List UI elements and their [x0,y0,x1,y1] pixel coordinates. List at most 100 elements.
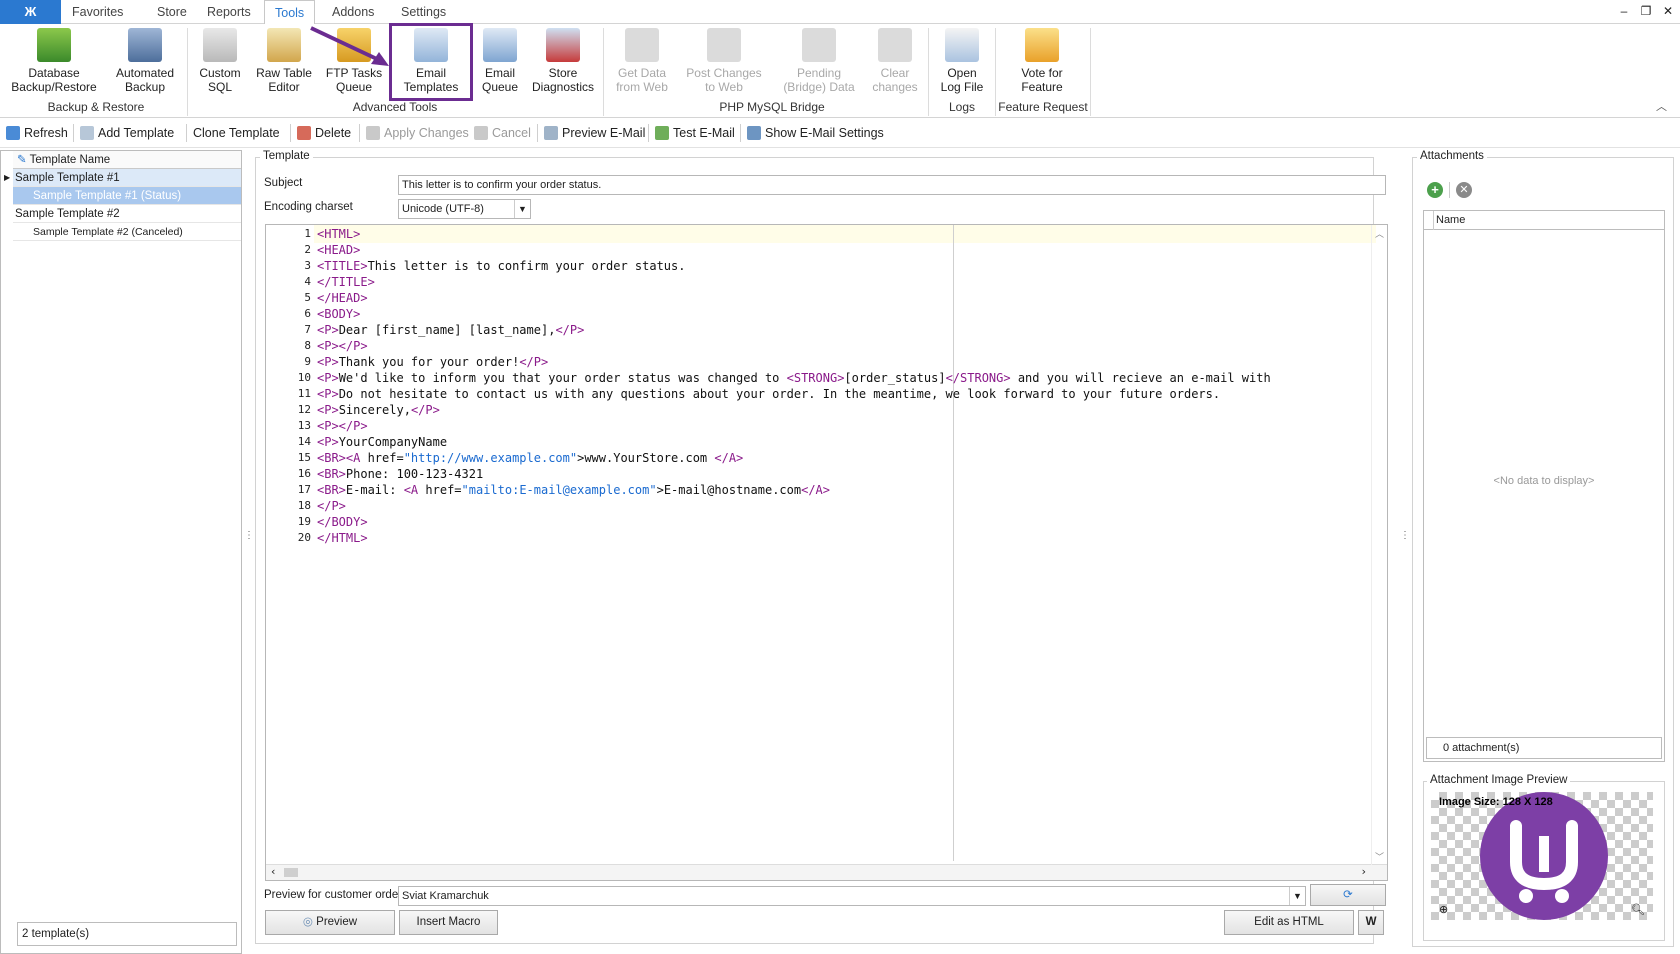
code-line: </HEAD> [317,291,368,305]
store-diagnostics-button[interactable]: Store Diagnostics [530,28,596,100]
customer-order-select[interactable]: Sviat Kramarchuk ▼ [398,886,1306,906]
preview-button[interactable]: ◎ Preview [265,910,395,935]
pencil-icon: ✎ [17,154,27,166]
close-icon[interactable]: ✕ [1659,3,1677,19]
attachment-image-preview: Image Size: 128 X 128 ⊕ 🔍︎ [1431,792,1653,920]
automated-backup-button[interactable]: Automated Backup [106,28,184,100]
pending-bridge-data-button[interactable]: Pending (Bridge) Data [776,28,862,100]
restore-icon[interactable]: ❐ [1637,3,1655,19]
post-changes-to-web-button[interactable]: Post Changes to Web [682,28,766,100]
email-queue-button[interactable]: Email Queue [472,28,528,100]
code-token: <BR><A [317,451,368,465]
collapse-ribbon-icon[interactable]: ︿ [1656,98,1667,114]
current-line-highlight [314,225,1376,243]
code-line: </TITLE> [317,275,375,289]
apply-changes-button[interactable]: Apply Changes [366,123,469,143]
line-number: 13 [297,419,311,432]
chevron-down-icon[interactable]: ▼ [1289,887,1305,905]
code-line: <BODY> [317,307,360,321]
delete-button[interactable]: Delete [297,123,351,143]
code-token: </TITLE> [317,275,375,289]
group-label-logs: Logs [948,100,976,114]
tree-row-template-2[interactable]: Sample Template #2 [13,205,241,223]
minimize-icon[interactable]: – [1615,3,1633,19]
clone-template-button[interactable]: Clone Template [193,123,280,143]
code-line: </HTML> [317,531,368,545]
diagnostics-icon [546,28,580,62]
open-log-file-button[interactable]: Open Log File [932,28,992,100]
scroll-right-icon[interactable]: › [1360,865,1367,878]
code-token: </HTML> [317,531,368,545]
code-token: [order_status] [844,371,946,385]
refresh-preview-button[interactable]: ⟳ [1310,884,1386,906]
code-token: href= [367,451,404,465]
scroll-left-icon[interactable]: ‹ [270,865,277,878]
add-attachment-icon[interactable]: + [1427,182,1443,198]
get-data-from-web-button[interactable]: Get Data from Web [608,28,676,100]
remove-attachment-icon[interactable]: ✕ [1456,182,1472,198]
code-token: </P> [317,499,346,513]
zoom-icon[interactable]: 🔍︎ [1631,903,1645,916]
image-size-text: Image Size: 128 X 128 [1439,796,1553,808]
tree-row-template-1-status[interactable]: Sample Template #1 (Status) [13,187,241,205]
code-token: >E-mail@hostname.com [656,483,802,497]
toolbar-separator [740,124,741,142]
show-email-settings-button[interactable]: Show E-Mail Settings [747,123,884,143]
code-token: and you will recieve an e-mail with [1010,371,1271,385]
annotation-arrow-icon [310,26,389,66]
database-backup-restore-button[interactable]: Database Backup/Restore [8,28,100,100]
tab-addons[interactable]: Addons [322,0,384,24]
code-token: </STRONG> [945,371,1011,385]
test-email-button[interactable]: Test E-Mail [655,123,735,143]
code-line: <TITLE>This letter is to confirm your or… [317,259,685,273]
template-group-label: Template [260,150,313,162]
code-token: <BR> [317,467,346,481]
refresh-icon [6,126,20,140]
code-token: <TITLE> [317,259,368,273]
preview-email-button[interactable]: Preview E-Mail [544,123,645,143]
code-token: >www.YourStore.com [577,451,715,465]
code-line: <BR><A href="http://www.example.com">www… [317,451,743,465]
code-token: <P> [317,387,339,401]
insert-macro-button[interactable]: Insert Macro [399,910,498,935]
vote-for-feature-button[interactable]: Vote for Feature [1002,28,1082,100]
email-queue-icon [483,28,517,62]
app-menu-button[interactable]: Ж [0,0,61,24]
tree-header[interactable]: ✎ Template Name [13,151,241,169]
scroll-thumb[interactable] [284,868,298,877]
add-template-button[interactable]: Add Template [80,123,174,143]
tree-row-template-1[interactable]: Sample Template #1 [13,169,241,187]
code-line: <P>Sincerely,</P> [317,403,440,417]
subject-input[interactable]: This letter is to confirm your order sta… [398,175,1386,195]
tree-row-template-2-canceled[interactable]: Sample Template #2 (Canceled) [13,223,241,241]
refresh-button[interactable]: Refresh [6,123,68,143]
col-name-header[interactable]: Name [1424,211,1664,230]
scroll-down-icon[interactable]: ﹀ [1375,850,1384,863]
code-line: <HTML> [317,227,360,241]
tab-favorites[interactable]: Favorites [62,0,133,24]
tab-store[interactable]: Store [147,0,197,24]
cancel-button[interactable]: Cancel [474,123,531,143]
highlight-box [389,23,473,101]
toolbar-separator [359,124,360,142]
custom-sql-button[interactable]: Custom SQL [192,28,248,100]
clear-changes-button[interactable]: Clear changes [866,28,924,100]
tab-settings[interactable]: Settings [391,0,456,24]
splitter-handle[interactable]: ⋮ [244,530,254,541]
test-email-icon [655,126,669,140]
horizontal-scrollbar[interactable]: ‹ › [266,864,1387,880]
edit-as-html-button[interactable]: Edit as HTML [1224,910,1354,935]
vertical-scrollbar[interactable]: ︿ ﹀ [1371,225,1387,865]
encoding-select[interactable]: Unicode (UTF-8) ▼ [398,199,531,219]
template-tree-panel: ✎ Template Name Sample Template #1 ▶ Sam… [0,150,242,954]
toolbar-separator [186,124,187,142]
chevron-down-icon[interactable]: ▼ [514,200,530,218]
zoom-actual-icon[interactable]: ⊕ [1439,903,1448,916]
tab-reports[interactable]: Reports [197,0,261,24]
code-token: <P> [317,435,339,449]
code-token: This letter is to confirm your order sta… [367,259,686,273]
splitter-handle[interactable]: ⋮ [1400,530,1410,541]
word-editor-icon[interactable]: W [1358,910,1384,935]
scroll-up-icon[interactable]: ︿ [1375,227,1384,240]
html-code-editor[interactable]: 1 <HTML> 2 <HEAD> 3 <TITLE>This letter is to … [265,224,1388,881]
